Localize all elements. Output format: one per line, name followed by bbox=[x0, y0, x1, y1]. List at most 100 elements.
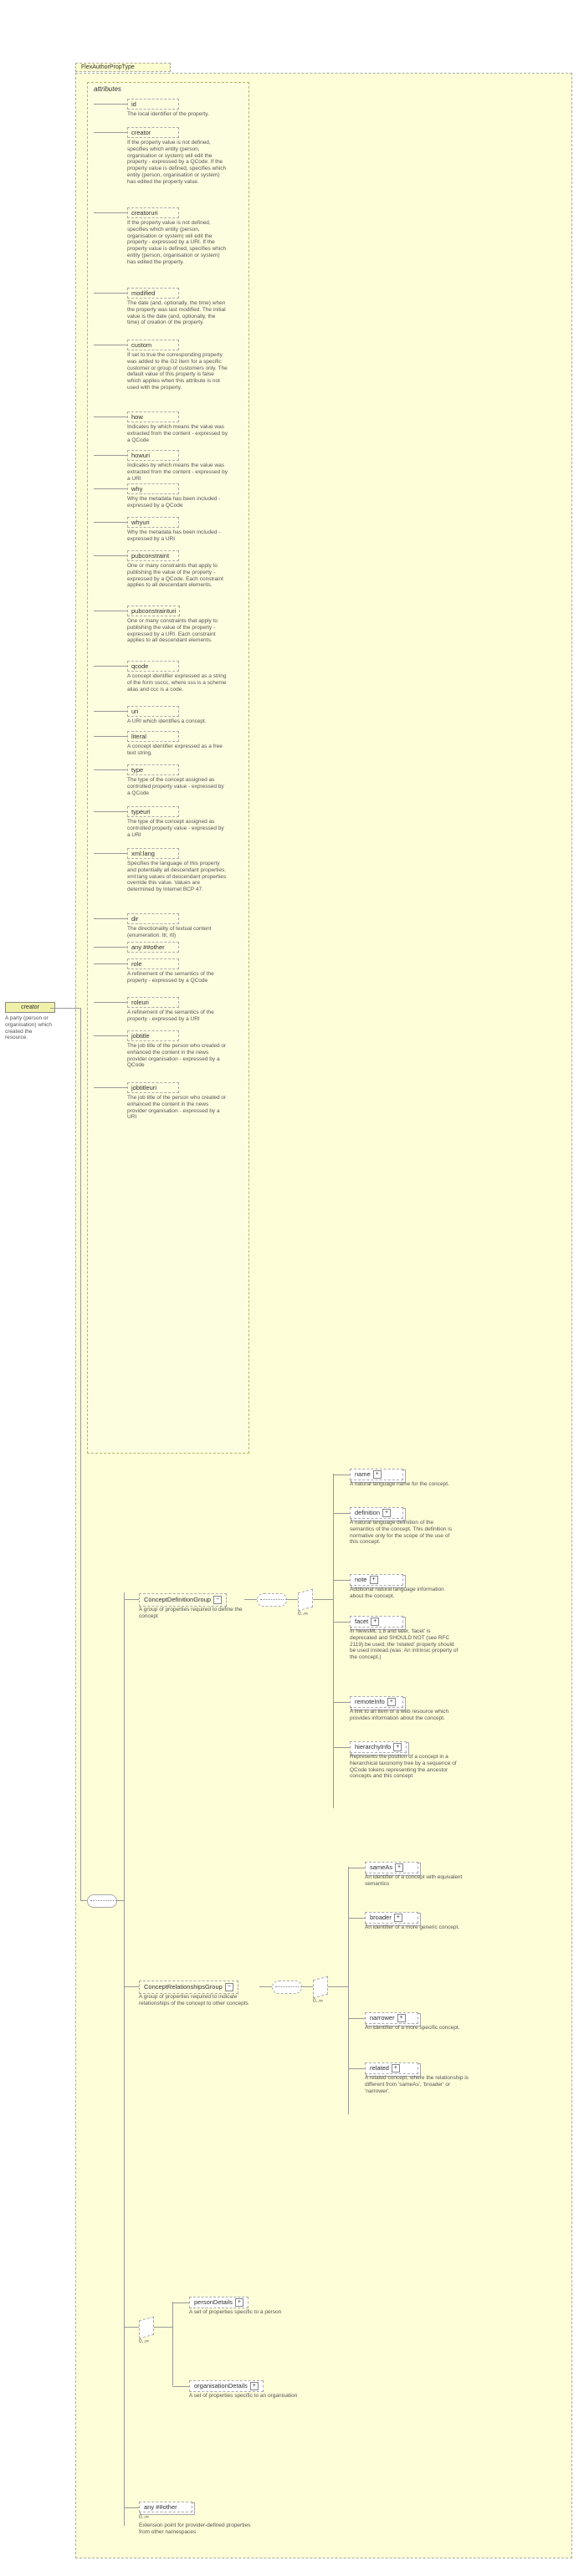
expander-icon: + bbox=[395, 1863, 403, 1872]
attribute-role: role A refinement of the semantics of the… bbox=[127, 958, 228, 984]
attribute-desc: A concept identifier expressed as a free… bbox=[127, 744, 228, 757]
attribute-modified: modifiedThe date (and, optionally, the t… bbox=[127, 288, 228, 326]
expander-icon: + bbox=[370, 1576, 378, 1584]
cdg-sequence bbox=[257, 1593, 287, 1607]
choice-child-organisationdetails: organisationDetails+ bbox=[189, 2380, 264, 2392]
attribute-howuri: howuri Indicates by which means the value… bbox=[127, 450, 228, 482]
cdg-child-desc: A natural language definition of the sem… bbox=[350, 1520, 459, 1546]
attribute-desc: Why the metadata has been included - exp… bbox=[127, 496, 228, 509]
expander-icon: − bbox=[213, 1596, 222, 1604]
attribute-name: whyuri bbox=[127, 517, 179, 528]
attribute-name: any ##other bbox=[127, 942, 179, 953]
attribute-creator: creator If the property value is not defi… bbox=[127, 127, 228, 186]
attribute-id: idThe local identifier of the property. bbox=[127, 99, 228, 118]
crg-desc: A group of properties required to indica… bbox=[139, 1994, 256, 2007]
attribute-name: uri bbox=[127, 706, 179, 717]
root-element: creator bbox=[5, 1002, 55, 1013]
attribute-whyuri: whyuriWhy the metadata has been included… bbox=[127, 517, 228, 543]
attribute-uri: uriA URI which identifies a concept. bbox=[127, 706, 228, 725]
crg-child-broader: broader+ bbox=[365, 1912, 418, 1924]
crg-child-desc: An identifier of a concept with equivale… bbox=[365, 1874, 474, 1888]
cdg-child-desc: Represents the position of a concept in … bbox=[350, 1754, 459, 1780]
cdg-label: ConceptDefinitionGroup bbox=[144, 1596, 211, 1603]
cdg-child-hierarchyinfo: hierarchyInfo+ bbox=[350, 1741, 407, 1753]
attribute-name: creatoruri bbox=[127, 207, 179, 218]
attribute-why: why Why the metadata has been included - … bbox=[127, 483, 228, 509]
attribute-custom: custom If set to true the corresponding p… bbox=[127, 340, 228, 391]
choice-child-persondetails: personDetails+ bbox=[189, 2297, 249, 2308]
attribute-name: xml:lang bbox=[127, 848, 179, 859]
expander-icon: − bbox=[225, 1983, 233, 1991]
ext-card: 0..∞ bbox=[139, 2514, 149, 2520]
expander-icon: + bbox=[250, 2382, 259, 2390]
cdg-child-desc: Additional natural language information … bbox=[350, 1587, 459, 1600]
attribute-name: custom bbox=[127, 340, 179, 350]
attribute-desc: One or many constraints that apply to pu… bbox=[127, 618, 228, 644]
attribute-desc: If the property value is not defined, sp… bbox=[127, 220, 228, 266]
attribute-desc: A refinement of the semantics of the pro… bbox=[127, 971, 228, 984]
attribute-desc: A refinement of the semantics of the pro… bbox=[127, 1009, 228, 1023]
crg-card: 0..∞ bbox=[313, 1998, 323, 2004]
crg-child-sameas: sameAs+ bbox=[365, 1862, 418, 1873]
attribute-how: howIndicates by which means the value wa… bbox=[127, 411, 228, 443]
cdg-desc: A group of properties required to define… bbox=[139, 1607, 256, 1620]
attribute-desc: A URI which identifies a concept. bbox=[127, 718, 228, 725]
attribute-jobtitle: jobtitleThe job title of the person who … bbox=[127, 1030, 228, 1069]
expander-icon: + bbox=[373, 1470, 382, 1479]
expander-icon: + bbox=[235, 2298, 243, 2307]
concept-definition-group: ConceptDefinitionGroup− bbox=[139, 1593, 227, 1607]
attribute-any---other: any ##other bbox=[127, 942, 179, 953]
attribute-name: roleuri bbox=[127, 997, 179, 1008]
expander-icon: + bbox=[397, 2014, 406, 2022]
attribute-desc: Specifies the language of this property … bbox=[127, 861, 228, 893]
attribute-desc: If the property value is not defined, sp… bbox=[127, 140, 228, 186]
attribute-name: modified bbox=[127, 288, 179, 299]
attribute-name: jobtitle bbox=[127, 1030, 179, 1041]
attribute-desc: Indicates by which means the value was e… bbox=[127, 463, 228, 482]
attribute-name: role bbox=[127, 958, 179, 969]
cdg-child-definition: definition+ bbox=[350, 1507, 403, 1519]
expander-icon: + bbox=[393, 1743, 402, 1751]
expander-icon: + bbox=[387, 1698, 396, 1706]
attribute-desc: Indicates by which means the value was e… bbox=[127, 424, 228, 443]
expander-icon: + bbox=[394, 1914, 402, 1922]
attribute-name: howuri bbox=[127, 450, 179, 461]
cdg-child-desc: A natural language name for the concept. bbox=[350, 1481, 459, 1488]
attribute-desc: The type of the concept assigned as cont… bbox=[127, 777, 228, 796]
ext-label: any ##other bbox=[144, 2503, 177, 2511]
attribute-name: literal bbox=[127, 731, 179, 742]
attribute-desc: The directionality of textual content (e… bbox=[127, 926, 228, 939]
choice-child-desc: A set of properties specific to an organ… bbox=[189, 2393, 315, 2400]
root-sequence bbox=[87, 1894, 117, 1908]
root-name: creator bbox=[21, 1004, 39, 1010]
attribute-desc: The date (and, optionally, the time) whe… bbox=[127, 300, 228, 326]
cdg-child-facet: facet+ bbox=[350, 1616, 403, 1628]
attribute-roleuri: roleuriA refinement of the semantics of … bbox=[127, 997, 228, 1023]
cdg-card: 0..∞ bbox=[298, 1611, 308, 1617]
attribute-qcode: qcodeA concept identifier expressed as a… bbox=[127, 661, 228, 693]
attr-section-label: attributes bbox=[94, 85, 121, 93]
attribute-name: jobtitleuri bbox=[127, 1082, 179, 1093]
attribute-pubconstrainturi: pubconstrainturiOne or many constraints … bbox=[127, 606, 228, 644]
details-card: 0..∞ bbox=[139, 2338, 149, 2344]
concept-relationships-group: ConceptRelationshipsGroup− bbox=[139, 1981, 238, 1994]
attribute-jobtitleuri: jobtitleuriThe job title of the person w… bbox=[127, 1082, 228, 1121]
attribute-type: typeThe type of the concept assigned as … bbox=[127, 764, 228, 796]
attribute-name: creator bbox=[127, 127, 179, 138]
crg-sequence bbox=[272, 1981, 302, 1994]
attribute-creatoruri: creatoruri If the property value is not d… bbox=[127, 207, 228, 266]
crg-child-desc: An identifier of a more specific concept… bbox=[365, 2025, 474, 2032]
extension-any-other: any ##other bbox=[139, 2502, 192, 2512]
cdg-child-desc: In NewsML 1.8 and later, 'facet' is depr… bbox=[350, 1628, 459, 1661]
crg-child-narrower: narrower+ bbox=[365, 2012, 418, 2024]
type-tab: FlexAuthorPropType bbox=[75, 63, 171, 72]
attribute-name: dir bbox=[127, 913, 179, 924]
attribute-desc: One or many constraints that apply to pu… bbox=[127, 563, 228, 589]
expander-icon: + bbox=[392, 2064, 400, 2073]
attribute-desc: If set to true the corresponding propert… bbox=[127, 352, 228, 391]
attribute-literal: literal A concept identifier expressed as… bbox=[127, 731, 228, 757]
attribute-name: pubconstraint bbox=[127, 550, 179, 561]
attribute-name: why bbox=[127, 483, 179, 494]
cdg-child-desc: A link to an item or a web resource whic… bbox=[350, 1709, 459, 1722]
attribute-dir: dir The directionality of textual content… bbox=[127, 913, 228, 939]
